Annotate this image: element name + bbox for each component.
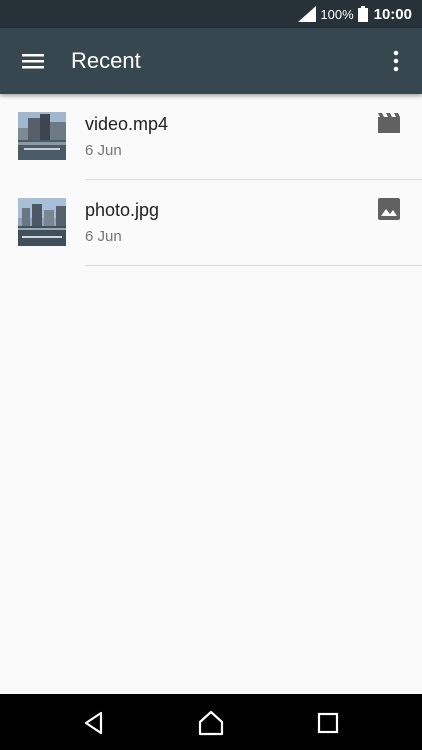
- back-icon[interactable]: [81, 710, 107, 736]
- file-date: 6 Jun: [85, 228, 122, 245]
- recents-icon[interactable]: [315, 710, 341, 736]
- battery-icon: [357, 6, 368, 22]
- page-title: Recent: [71, 48, 141, 73]
- navigation-bar: [0, 694, 422, 750]
- menu-icon[interactable]: [20, 49, 46, 73]
- file-name: video.mp4: [85, 114, 169, 134]
- divider: [85, 265, 422, 266]
- battery-percentage: 100%: [320, 6, 354, 22]
- file-item-video[interactable]: video.mp4 6 Jun: [0, 94, 422, 180]
- file-name: photo.jpg: [85, 200, 160, 220]
- signal-icon: [298, 6, 317, 22]
- file-item-photo[interactable]: photo.jpg 6 Jun: [0, 180, 422, 266]
- file-list: video.mp4 6 Jun photo.jpg 6 Jun: [0, 94, 422, 266]
- photo-thumbnail: [18, 198, 66, 246]
- clock: 10:00: [373, 5, 412, 23]
- image-icon: [378, 198, 400, 220]
- app-bar: Recent: [0, 28, 422, 94]
- home-icon[interactable]: [198, 710, 224, 736]
- video-icon: [378, 113, 400, 133]
- video-thumbnail: [18, 112, 66, 160]
- file-date: 6 Jun: [85, 142, 122, 159]
- status-bar: 100% 10:00: [0, 0, 422, 28]
- overflow-menu-icon[interactable]: [384, 48, 408, 74]
